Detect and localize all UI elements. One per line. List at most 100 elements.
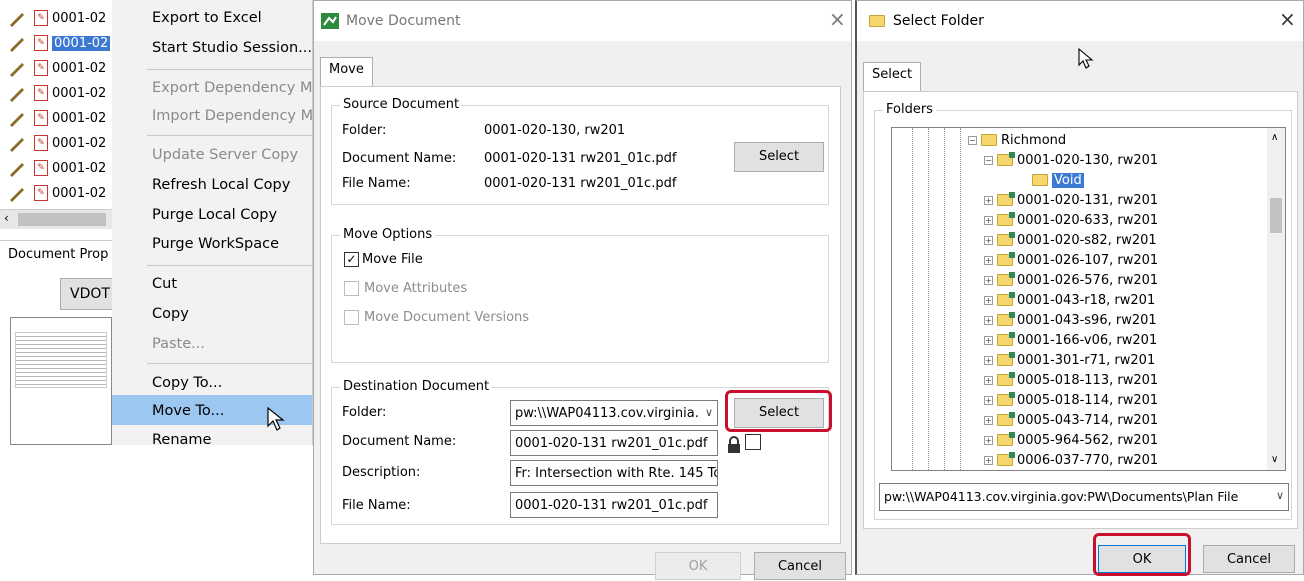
expand-icon[interactable]: − xyxy=(984,155,993,165)
tree-node[interactable]: +0001-301-r71, rw201 xyxy=(984,350,1155,370)
folder-icon xyxy=(997,152,1015,166)
file-row[interactable]: ✎ 0001-02 xyxy=(8,156,106,180)
chevron-down-icon[interactable]: ∨ xyxy=(1273,489,1284,502)
close-icon[interactable]: × xyxy=(829,7,846,31)
expand-icon[interactable]: + xyxy=(984,435,993,445)
folder-icon xyxy=(997,212,1015,226)
menu-item[interactable]: Purge Local Copy xyxy=(152,207,312,223)
document-preview xyxy=(10,317,112,445)
expand-icon[interactable]: + xyxy=(984,295,993,305)
scroll-left-icon[interactable]: ‹ xyxy=(4,211,9,225)
menu-item[interactable]: Copy To... xyxy=(152,375,312,391)
menu-separator xyxy=(147,69,312,70)
tree-node-label: Richmond xyxy=(1001,132,1067,148)
dest-description-field[interactable]: Fr: Intersection with Rte. 145 To xyxy=(510,460,718,486)
expand-icon[interactable]: + xyxy=(984,375,993,385)
dest-filename-label: File Name: xyxy=(342,498,411,513)
tree-node[interactable]: Void xyxy=(1032,170,1084,190)
tree-node-label: 0006-037-770, rw201 xyxy=(1017,452,1159,468)
dest-filename-field[interactable]: 0001-020-131 rw201_01c.pdf xyxy=(510,492,718,518)
expand-icon[interactable]: + xyxy=(984,455,993,465)
scroll-up-icon[interactable]: ∧ xyxy=(1271,132,1278,143)
dest-docname-checkbox[interactable] xyxy=(745,434,761,450)
tree-node[interactable]: +0001-026-107, rw201 xyxy=(984,250,1158,270)
scroll-down-icon[interactable]: ∨ xyxy=(1271,454,1278,465)
expand-icon[interactable]: + xyxy=(984,275,993,285)
move-versions-checkbox[interactable] xyxy=(344,310,359,325)
folder-tree[interactable]: − Richmond −0001-020-130, rw201 Void +0001-0… xyxy=(891,127,1286,471)
menu-item[interactable]: Paste... xyxy=(152,336,312,352)
close-icon[interactable]: × xyxy=(1279,7,1296,31)
expand-icon[interactable]: + xyxy=(984,235,993,245)
cancel-button[interactable]: Cancel xyxy=(754,552,846,580)
pdf-icon: ✎ xyxy=(34,110,48,126)
cancel-button[interactable]: Cancel xyxy=(1203,545,1295,573)
tree-node[interactable]: +0001-020-633, rw201 xyxy=(984,210,1158,230)
tree-node[interactable]: +0001-166-v06, rw201 xyxy=(984,330,1157,350)
dialog-title: Move Document xyxy=(346,13,461,29)
vdot-button[interactable]: VDOT xyxy=(60,278,120,310)
tree-node[interactable]: +0001-020-131, rw201 xyxy=(984,190,1158,210)
tab-move[interactable]: Move xyxy=(320,57,373,87)
horizontal-scrollbar[interactable]: ‹ xyxy=(0,209,112,229)
tree-node[interactable]: +0006-037-770, rw201 xyxy=(984,450,1158,470)
menu-item[interactable]: Rename xyxy=(152,432,312,448)
menu-item[interactable]: Export Dependency M xyxy=(152,80,312,96)
file-row[interactable]: ✎ 0001-02 xyxy=(8,106,106,130)
ok-button[interactable]: OK xyxy=(1098,545,1186,573)
menu-item[interactable]: Cut xyxy=(152,276,312,292)
source-select-button[interactable]: Select xyxy=(734,142,824,172)
dest-folder-combo[interactable]: pw:\\WAP04113.cov.virginia. ∨ xyxy=(510,400,718,426)
expand-icon[interactable]: + xyxy=(984,195,993,205)
expand-icon[interactable]: + xyxy=(984,255,993,265)
menu-item[interactable]: Start Studio Session... xyxy=(152,40,312,56)
file-row[interactable]: ✎ 0001-02 xyxy=(8,81,106,105)
tree-guide xyxy=(944,128,945,470)
file-row[interactable]: ✎ 0001-02 xyxy=(8,6,106,30)
tree-node-label: 0001-026-576, rw201 xyxy=(1017,272,1159,288)
tree-node[interactable]: +0005-043-714, rw201 xyxy=(984,410,1158,430)
folder-path-value: pw:\\WAP04113.cov.virginia.gov:PW\Docume… xyxy=(884,489,1239,504)
expand-icon[interactable]: + xyxy=(984,415,993,425)
file-row[interactable]: ✎ 0001-02 xyxy=(8,56,106,80)
menu-item[interactable]: Move To... xyxy=(152,403,312,419)
ok-button[interactable]: OK xyxy=(655,552,741,580)
file-label: 0001-02 xyxy=(52,160,107,176)
tree-node[interactable]: +0005-018-113, rw201 xyxy=(984,370,1158,390)
file-row[interactable]: ✎ 0001-02 xyxy=(8,131,106,155)
expand-icon[interactable]: + xyxy=(984,355,993,365)
tree-node[interactable]: +0001-020-s82, rw201 xyxy=(984,230,1157,250)
expand-icon[interactable]: − xyxy=(968,135,977,145)
chevron-down-icon[interactable]: ∨ xyxy=(702,406,713,419)
menu-item[interactable]: Update Server Copy xyxy=(152,147,312,163)
tree-node[interactable]: − Richmond xyxy=(968,130,1066,150)
expand-icon[interactable]: + xyxy=(984,335,993,345)
menu-item[interactable]: Purge WorkSpace xyxy=(152,236,312,252)
pencil-icon xyxy=(10,163,24,177)
move-attributes-checkbox[interactable] xyxy=(344,281,359,296)
move-file-checkbox[interactable]: ✓ xyxy=(344,252,359,267)
scroll-thumb[interactable] xyxy=(1270,198,1282,233)
menu-item[interactable]: Refresh Local Copy xyxy=(152,177,312,193)
tree-node[interactable]: − 0001-020-130, rw201 xyxy=(984,150,1158,170)
file-row[interactable]: ✎ 0001-02 xyxy=(8,31,111,55)
tree-node[interactable]: +0005-964-562, rw201 xyxy=(984,430,1158,450)
file-row[interactable]: ✎ 0001-02 xyxy=(8,181,106,205)
tree-node[interactable]: +0001-043-s96, rw201 xyxy=(984,310,1157,330)
file-label: 0001-02 xyxy=(52,60,107,76)
menu-item[interactable]: Copy xyxy=(152,306,312,322)
folder-path-combo[interactable]: pw:\\WAP04113.cov.virginia.gov:PW\Docume… xyxy=(879,483,1289,511)
menu-separator xyxy=(147,135,312,136)
expand-icon[interactable]: + xyxy=(984,315,993,325)
dest-docname-field[interactable]: 0001-020-131 rw201_01c.pdf xyxy=(510,430,718,456)
tree-node[interactable]: +0001-043-r18, rw201 xyxy=(984,290,1155,310)
tree-node[interactable]: +0001-026-576, rw201 xyxy=(984,270,1158,290)
scroll-thumb[interactable] xyxy=(18,213,106,226)
tree-node[interactable]: +0005-018-114, rw201 xyxy=(984,390,1158,410)
expand-icon[interactable]: + xyxy=(984,215,993,225)
tab-select[interactable]: Select xyxy=(863,62,922,92)
menu-item[interactable]: Import Dependency M xyxy=(152,108,312,124)
expand-icon[interactable]: + xyxy=(984,395,993,405)
menu-item[interactable]: Export to Excel xyxy=(152,10,312,26)
vertical-scrollbar[interactable]: ∧ ∨ xyxy=(1267,128,1285,470)
